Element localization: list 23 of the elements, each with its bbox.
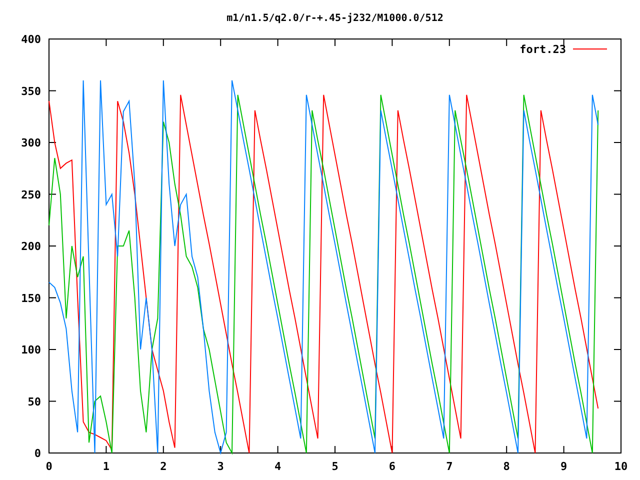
x-tick-label: 4 [274, 460, 282, 473]
x-tick-label: 0 [46, 460, 52, 473]
x-tick-label: 1 [102, 460, 110, 473]
x-tick-label: 10 [614, 460, 628, 473]
legend-label: fort.23 [520, 43, 566, 56]
y-tick-label: 250 [21, 188, 41, 202]
x-tick-label: 8 [503, 460, 510, 473]
y-tick-label: 0 [34, 447, 41, 460]
x-tick-label: 2 [160, 460, 167, 473]
y-tick-label: 50 [28, 395, 41, 408]
y-tick-label: 150 [21, 292, 41, 305]
y-tick-label: 400 [21, 33, 41, 46]
y-tick-label: 350 [21, 84, 41, 98]
chart-title: m1/n1.5/q2.0/r-+.45-j232/M1000.0/512 [226, 13, 444, 24]
y-tick-label: 200 [21, 240, 41, 253]
y-tick-label: 100 [21, 344, 41, 356]
x-tick-label: 6 [388, 460, 396, 473]
x-tick-label: 5 [332, 460, 338, 473]
x-tick-label: 3 [217, 460, 224, 473]
legend-line [572, 48, 608, 50]
x-tick-label: 9 [560, 460, 568, 473]
x-tick-label: 7 [446, 460, 453, 473]
y-tick-label: 300 [21, 136, 41, 150]
